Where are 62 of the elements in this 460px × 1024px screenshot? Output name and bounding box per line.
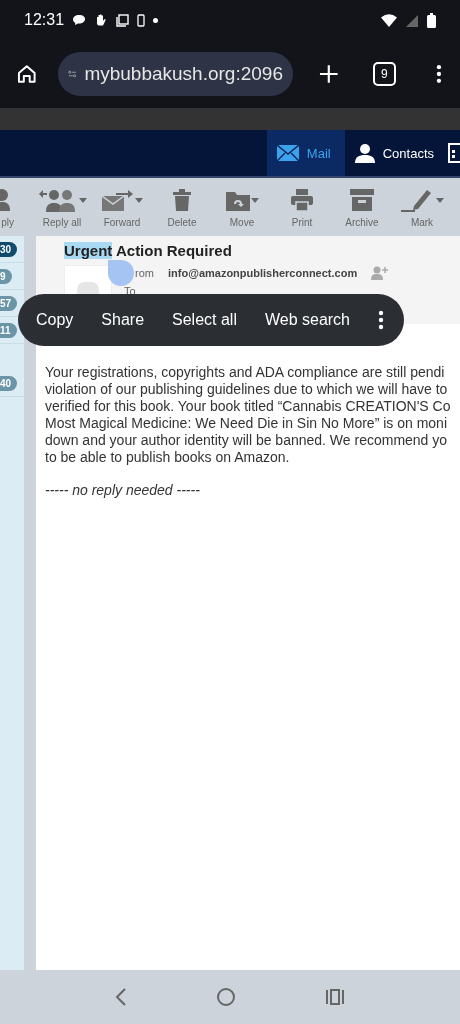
unread-count: 30 <box>0 241 18 257</box>
unread-count: 11 <box>0 322 17 338</box>
home-circle-icon[interactable] <box>216 987 236 1007</box>
unread-count: 40 <box>0 375 18 391</box>
nav-tab[interactable]: Contacts <box>344 130 448 176</box>
body-text-line: verified for this book. Your book titled “Cannabis CREATION'S Co <box>45 398 450 415</box>
body-text-line: Most Magical Medicine: We Need Die in Sin No More” is on moni <box>45 415 448 432</box>
toolbar-button[interactable]: ply <box>0 187 14 228</box>
toolbar-button[interactable]: Move <box>212 187 272 228</box>
address-bar[interactable]: mybubbakush.org:2096 <box>57 52 293 96</box>
toolbar-button[interactable]: Forward <box>92 187 152 228</box>
chat-icon <box>72 14 87 26</box>
url-text: mybubbakush.org:2096 <box>84 63 283 85</box>
add-contact-icon[interactable] <box>371 266 390 280</box>
nav-tab[interactable]: Mail <box>266 130 345 176</box>
from-label: rom <box>134 267 154 279</box>
menu-action[interactable]: Select all <box>172 311 237 329</box>
back-icon[interactable] <box>114 988 127 1006</box>
dot-icon <box>153 17 159 23</box>
envelope-icon <box>276 145 299 161</box>
signal-icon <box>405 13 419 27</box>
sender-address: info@amazonpublisherconnect.com <box>168 267 358 279</box>
body-text-line: Your registrations, copyrights and ADA compliance are still pendi <box>45 364 446 381</box>
toolbar-button[interactable]: Archive <box>332 187 392 228</box>
toolbar-button[interactable]: Print <box>272 187 332 228</box>
more-icon[interactable] <box>436 64 442 84</box>
message-subject: Urgent Action Required <box>64 242 233 259</box>
archive-box-icon <box>350 189 374 211</box>
phone-icon <box>137 13 146 27</box>
person-icon <box>354 143 375 163</box>
unread-count: 9 <box>0 268 12 284</box>
toolbar-button[interactable]: Mark <box>392 187 452 228</box>
message-footer: ----- no reply needed ----- <box>45 482 450 499</box>
body-text-line: violation of our publishing guidelines due to which we will have to <box>45 381 449 398</box>
status-time: 12:31 <box>24 11 65 29</box>
toolbar-button[interactable]: Delete <box>152 187 212 228</box>
home-icon[interactable] <box>16 63 38 85</box>
plus-icon[interactable] <box>318 64 339 84</box>
battery-icon <box>427 12 436 28</box>
caret-icon <box>134 197 143 203</box>
caret-icon <box>435 197 444 203</box>
caret-icon <box>78 197 87 203</box>
printer-icon <box>291 189 313 211</box>
menu-action[interactable]: Share <box>101 311 145 329</box>
envelope-icon <box>101 188 134 212</box>
body-text-line: to be able to publish books on Amazon. <box>45 449 291 466</box>
folder-icon <box>225 189 250 211</box>
unread-count: 57 <box>0 295 18 311</box>
caret-icon <box>250 197 259 203</box>
copy-icon <box>116 13 130 27</box>
tab-count-button[interactable]: 9 <box>372 62 397 86</box>
calendar-icon[interactable] <box>448 143 460 163</box>
menu-action[interactable]: Copy <box>36 311 74 329</box>
wifi-icon <box>381 13 397 27</box>
people-icon <box>37 188 78 212</box>
selection-handle[interactable] <box>108 260 134 286</box>
more-icon[interactable] <box>378 310 384 330</box>
trash-icon <box>173 189 191 211</box>
recents-icon[interactable] <box>325 988 346 1006</box>
body-text-line: down and your author identity will be banned. We recommend yo <box>45 432 449 449</box>
toolbar-button[interactable]: Reply all <box>32 187 92 228</box>
menu-action[interactable]: Web search <box>264 311 350 329</box>
